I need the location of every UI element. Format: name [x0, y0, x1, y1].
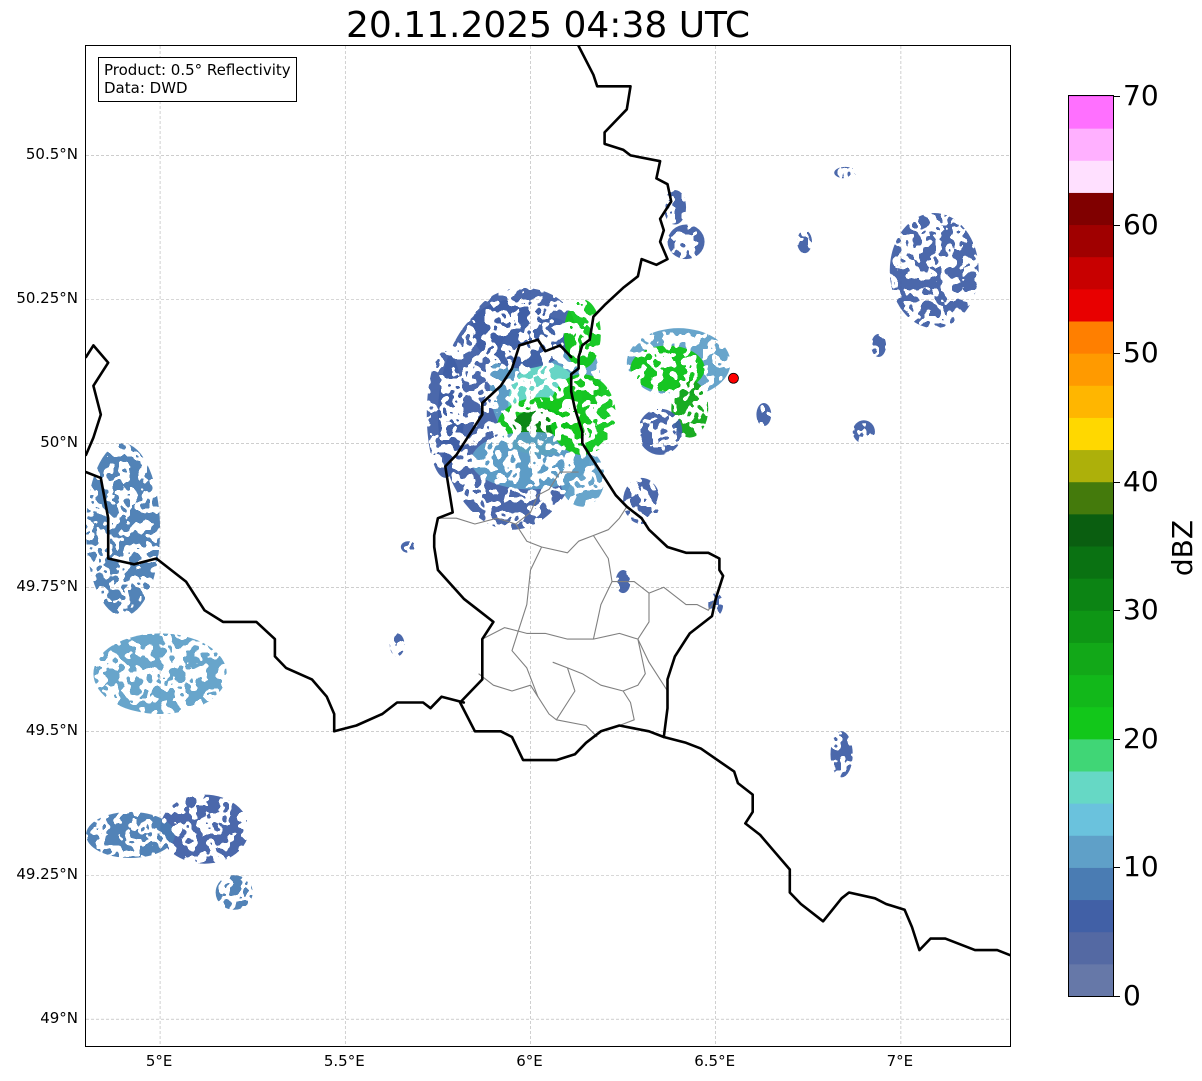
colorbar-tick-label: 40	[1123, 464, 1159, 498]
echo-cell-5	[471, 287, 575, 369]
district-border-6	[552, 638, 646, 692]
colorbar-segment-2	[1069, 899, 1113, 933]
echo-cell-23	[86, 811, 175, 858]
colorbar-tick-mark	[1114, 481, 1120, 483]
echo-cell-29	[400, 541, 416, 553]
lat-label: 49.75°N	[16, 577, 78, 596]
colorbar-tick-mark	[1114, 738, 1120, 740]
echo-cell-33	[756, 403, 772, 427]
echo-cell-6	[426, 351, 464, 478]
radar-site-marker	[728, 372, 739, 384]
lon-label: 7°E	[886, 1052, 914, 1070]
lat-label: 50°N	[40, 433, 78, 452]
radar-map[interactable]: Product: 0.5° Reflectivity Data: DWD	[85, 45, 1011, 1047]
colorbar-segment-24	[1069, 192, 1113, 226]
lat-label: 49°N	[40, 1009, 78, 1028]
colorbar-tick-mark	[1114, 353, 1120, 355]
district-border-7	[555, 667, 576, 721]
map-canvas	[86, 46, 1010, 1046]
colorbar-segment-25	[1069, 160, 1113, 193]
echo-cell-10	[563, 299, 601, 369]
echo-cell-27	[830, 731, 853, 778]
colorbar-segment-28	[1069, 96, 1113, 97]
colorbar-tick-label: 0	[1123, 979, 1141, 1012]
district-border-2	[511, 546, 598, 738]
colorbar-segment-9	[1069, 674, 1113, 708]
map-title: 20.11.2025 04:38 UTC	[345, 5, 751, 46]
national-border-2	[86, 344, 110, 457]
echo-cell-20	[86, 443, 161, 617]
lat-label: 50.25°N	[16, 289, 78, 308]
colorbar-segment-26	[1069, 128, 1113, 161]
colorbar-tick-label: 30	[1123, 593, 1159, 627]
echo-cell-26	[852, 420, 875, 444]
echo-cell-15	[667, 224, 705, 260]
colorbar-segment-15	[1069, 481, 1113, 515]
lon-label: 5.5°E	[323, 1052, 365, 1070]
district-border-9	[619, 690, 635, 727]
colorbar-tick-mark	[1114, 224, 1120, 226]
lon-label: 6.5°E	[694, 1052, 736, 1070]
echo-cell-24	[215, 875, 253, 910]
colorbar-tick-label: 10	[1123, 850, 1159, 884]
echo-cell-25	[889, 213, 979, 329]
colorbar-segment-12	[1069, 578, 1113, 611]
lat-label: 50.5°N	[25, 145, 78, 164]
colorbar-segment-21	[1069, 288, 1113, 322]
colorbar-tick-label: 60	[1123, 207, 1159, 241]
colorbar-tick-mark	[1114, 96, 1120, 97]
colorbar-segment-1	[1069, 931, 1113, 965]
radar-site-layer	[728, 372, 739, 384]
colorbar-segment-23	[1069, 224, 1113, 258]
colorbar-scale	[1069, 96, 1113, 996]
echo-cell-21	[93, 633, 227, 714]
product-info-box: Product: 0.5° Reflectivity Data: DWD	[98, 57, 297, 102]
lon-label: 5°E	[145, 1052, 173, 1070]
colorbar-segment-22	[1069, 256, 1113, 290]
colorbar-segment-11	[1069, 610, 1113, 643]
colorbar-tick-mark	[1114, 867, 1120, 869]
colorbar-segment-10	[1069, 642, 1113, 676]
colorbar-segment-19	[1069, 353, 1113, 386]
district-border-10	[637, 593, 650, 640]
reflectivity-layer	[86, 166, 979, 910]
colorbar-segment-6	[1069, 771, 1113, 804]
colorbar-segment-20	[1069, 321, 1113, 354]
echo-cell-32	[797, 230, 812, 254]
echo-cell-28	[389, 633, 405, 657]
colorbar-segment-16	[1069, 449, 1113, 483]
echo-cell-31	[834, 166, 857, 179]
colorbar-segment-3	[1069, 867, 1113, 901]
data-source-label: Data: DWD	[104, 79, 188, 97]
colorbar-segment-4	[1069, 835, 1113, 868]
lat-label: 49.5°N	[25, 721, 78, 740]
lat-label: 49.25°N	[16, 865, 78, 884]
colorbar-segment-7	[1069, 738, 1113, 772]
echo-cell-14	[637, 408, 683, 455]
colorbar-segment-17	[1069, 417, 1113, 451]
colorbar-segment-14	[1069, 513, 1113, 547]
colorbar-unit-label: dBZ	[1166, 519, 1199, 577]
colorbar-segment-27	[1069, 96, 1113, 129]
district-border-8	[478, 673, 539, 697]
colorbar-segment-8	[1069, 706, 1113, 740]
colorbar-tick-mark	[1114, 610, 1120, 612]
colorbar-tick-mark	[1114, 996, 1120, 997]
echo-cell-8	[560, 449, 605, 507]
echo-cell-30	[871, 333, 887, 357]
lon-label: 6°E	[516, 1052, 543, 1070]
colorbar-tick-label: 70	[1123, 79, 1159, 112]
colorbar-segment-0	[1069, 963, 1113, 996]
colorbar-segment-5	[1069, 803, 1113, 836]
colorbar-segment-13	[1069, 546, 1113, 579]
product-label: Product: 0.5° Reflectivity	[104, 61, 291, 79]
colorbar	[1068, 95, 1114, 997]
colorbar-tick-label: 20	[1123, 721, 1159, 755]
colorbar-segment-18	[1069, 385, 1113, 418]
colorbar-tick-label: 50	[1123, 336, 1159, 370]
